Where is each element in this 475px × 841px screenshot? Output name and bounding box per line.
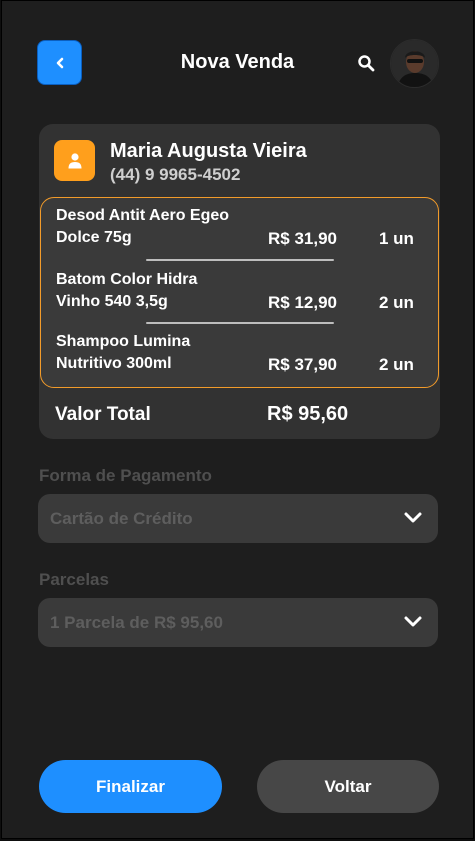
item-divider <box>146 259 334 261</box>
item-name: Batom Color Hidra Vinho 540 3,5g <box>56 269 256 313</box>
item-quantity: 1 un <box>379 229 414 248</box>
item-name: Desod Antit Aero Egeo Dolce 75g <box>56 205 256 249</box>
item-price: R$ 12,90 <box>268 293 337 312</box>
client-name: Maria Augusta Vieira <box>110 140 307 162</box>
chevron-down-icon <box>404 616 422 627</box>
item-name-line1: Shampoo Lumina <box>56 333 191 350</box>
list-item[interactable]: Shampoo Lumina Nutritivo 300ml R$ 37,90 … <box>41 330 438 392</box>
item-quantity: 2 un <box>379 355 414 374</box>
list-item[interactable]: Desod Antit Aero Egeo Dolce 75g R$ 31,90… <box>41 204 438 266</box>
client-icon <box>54 140 95 181</box>
payment-method-value: Cartão de Crédito <box>50 509 193 528</box>
app-screen: Nova Venda Maria Augusta Vieira (44) 9 9… <box>1 0 474 839</box>
sale-summary-card: Maria Augusta Vieira (44) 9 9965-4502 De… <box>39 124 440 439</box>
item-price: R$ 31,90 <box>268 229 337 248</box>
finalize-button[interactable]: Finalizar <box>39 760 222 813</box>
cart-items-list: Desod Antit Aero Egeo Dolce 75g R$ 31,90… <box>40 197 439 388</box>
total-label: Valor Total <box>55 404 151 425</box>
item-name-line1: Batom Color Hidra <box>56 271 198 288</box>
item-name: Shampoo Lumina Nutritivo 300ml <box>56 331 256 375</box>
item-quantity: 2 un <box>379 293 414 312</box>
item-price: R$ 37,90 <box>268 355 337 374</box>
item-name-line2: Dolce 75g <box>56 229 132 246</box>
person-icon <box>68 152 81 168</box>
client-phone: (44) 9 9965-4502 <box>110 165 241 184</box>
search-icon[interactable] <box>357 54 375 72</box>
payment-method-select[interactable]: Cartão de Crédito <box>38 494 438 543</box>
item-name-line2: Vinho 540 3,5g <box>56 293 168 310</box>
back-button[interactable]: Voltar <box>257 760 439 813</box>
installments-label: Parcelas <box>39 570 109 589</box>
total-value: R$ 95,60 <box>267 403 349 425</box>
user-avatar[interactable] <box>390 39 439 88</box>
item-name-line1: Desod Antit Aero Egeo <box>56 207 230 224</box>
payment-method-label: Forma de Pagamento <box>39 466 212 485</box>
list-item[interactable]: Batom Color Hidra Vinho 540 3,5g R$ 12,9… <box>41 268 438 330</box>
chevron-down-icon <box>404 512 422 523</box>
item-name-line2: Nutritivo 300ml <box>56 355 172 372</box>
installments-value: 1 Parcela de R$ 95,60 <box>50 613 223 632</box>
avatar-portrait-icon <box>391 40 438 87</box>
installments-select[interactable]: 1 Parcela de R$ 95,60 <box>38 598 438 647</box>
item-divider <box>146 322 334 324</box>
